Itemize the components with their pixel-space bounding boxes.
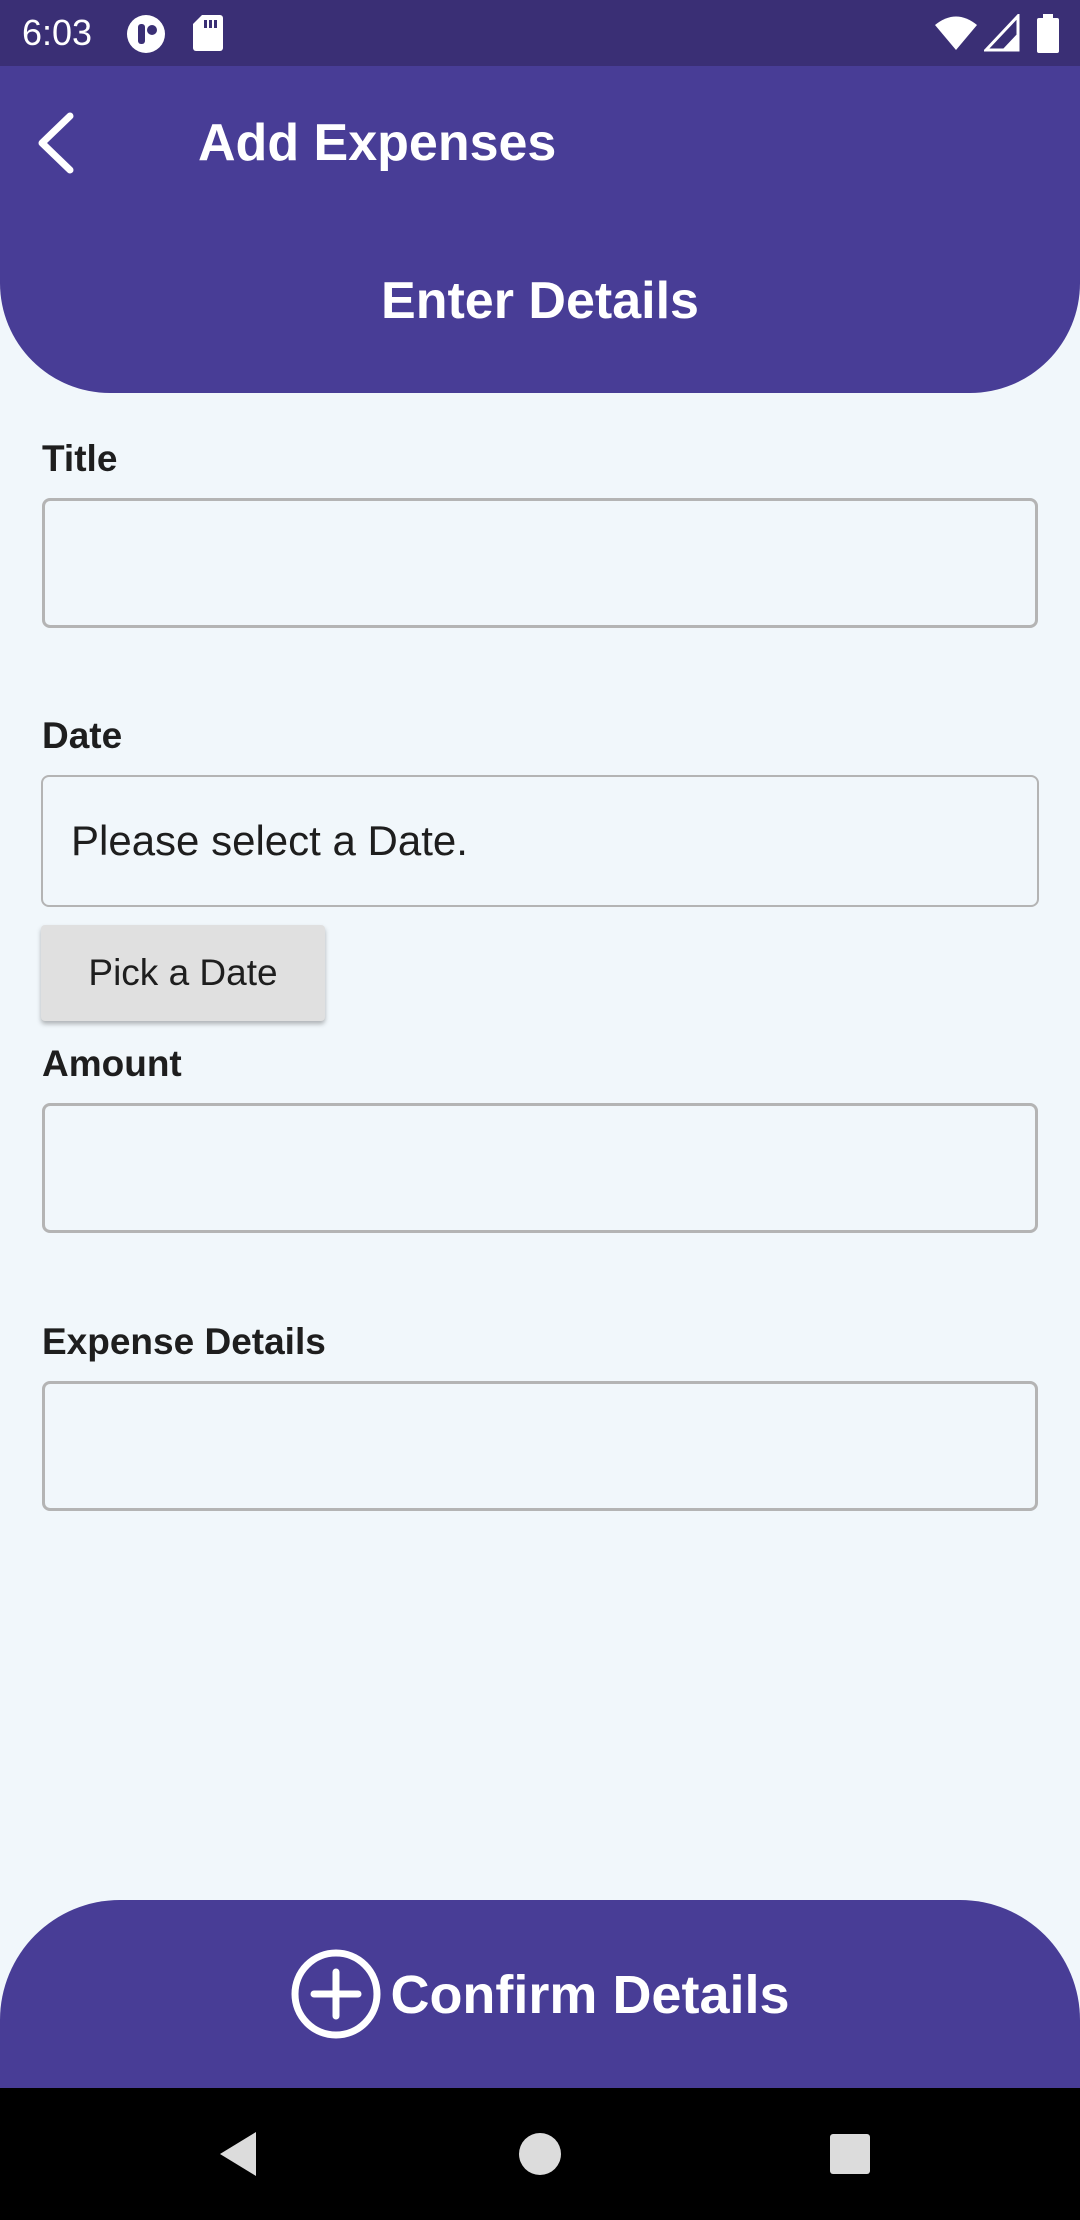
add-circle-icon: [291, 1949, 381, 2039]
wifi-icon: [934, 14, 978, 57]
battery-icon: [1036, 14, 1060, 59]
nav-back-icon: [220, 2132, 256, 2176]
system-nav-bar: [0, 2088, 1080, 2220]
page-title: Add Expenses: [198, 114, 557, 172]
amount-label: Amount: [42, 1043, 182, 1084]
assistant-icon: [126, 14, 166, 59]
amount-input[interactable]: [42, 1103, 1038, 1233]
signal-icon: [982, 12, 1020, 57]
confirm-details-label: Confirm Details: [390, 1965, 790, 2025]
expense-details-label: Expense Details: [42, 1321, 326, 1362]
back-arrow-icon: [38, 112, 74, 174]
nav-recents-button[interactable]: [810, 2114, 890, 2194]
date-label: Date: [42, 715, 123, 756]
status-time: 6:03: [22, 12, 93, 53]
back-button[interactable]: [28, 108, 88, 178]
confirm-details-button[interactable]: Confirm Details: [0, 1900, 1080, 2088]
nav-home-icon: [519, 2133, 561, 2175]
title-input[interactable]: [42, 498, 1038, 628]
sd-card-icon: [192, 14, 224, 57]
nav-home-button[interactable]: [500, 2114, 580, 2194]
nav-back-button[interactable]: [200, 2114, 280, 2194]
pick-date-button[interactable]: Pick a Date: [41, 925, 325, 1021]
expense-details-input[interactable]: [42, 1381, 1038, 1511]
section-heading: Enter Details: [381, 272, 699, 330]
title-label: Title: [42, 438, 118, 479]
app-header: Add Expenses Enter Details: [0, 66, 1080, 393]
date-display: Please select a Date.: [41, 775, 1039, 907]
nav-recents-icon: [830, 2134, 870, 2174]
status-bar: 6:03: [0, 0, 1080, 66]
